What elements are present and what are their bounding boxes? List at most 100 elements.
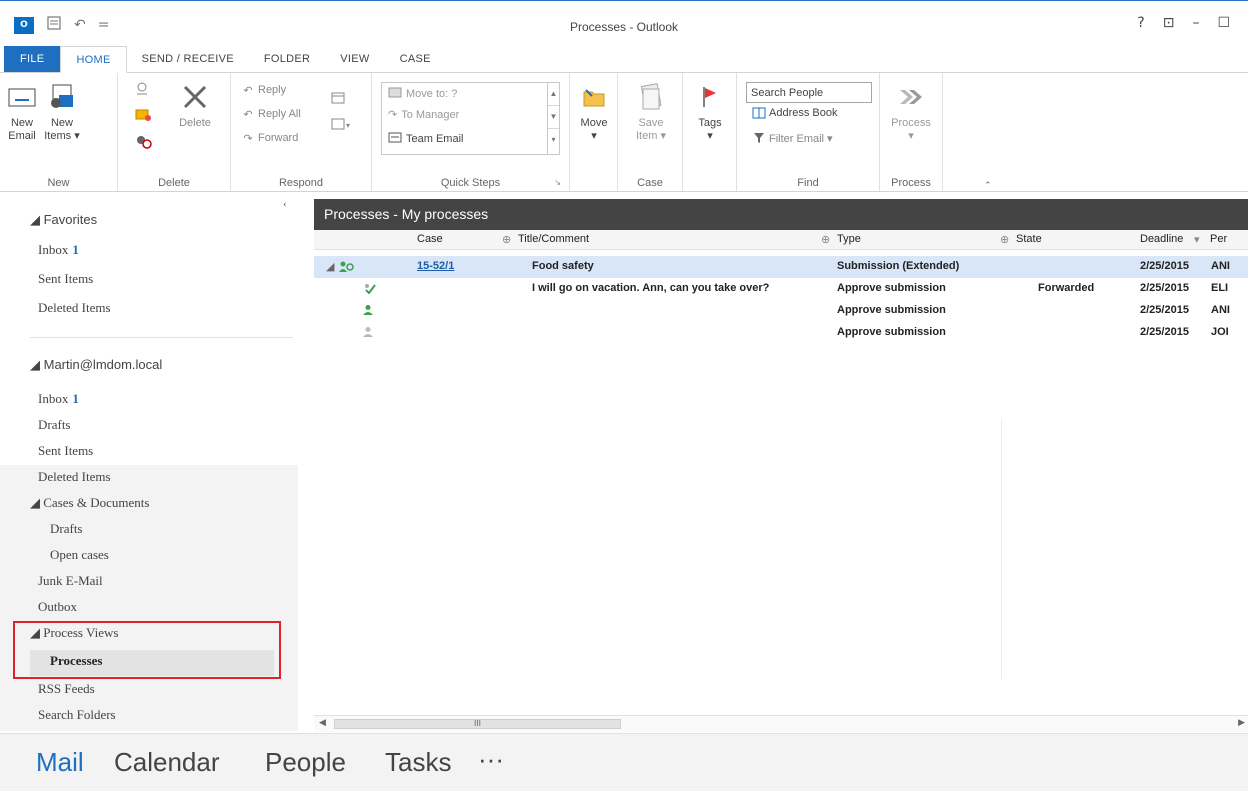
ribbon-display-options-icon[interactable]: ⊡ — [1163, 15, 1175, 31]
address-book-button[interactable]: Address Book — [752, 106, 837, 120]
row-person: JOI — [1211, 326, 1229, 338]
cases-documents-header[interactable]: ◢ Cases & Documents — [30, 495, 149, 511]
column-deadline[interactable]: Deadline — [1140, 233, 1183, 245]
cases-drafts[interactable]: Drafts — [50, 521, 83, 537]
group-label-respond: Respond — [278, 177, 324, 189]
outbox[interactable]: Outbox — [38, 599, 77, 615]
horizontal-scrollbar[interactable]: ◀ III ▶ — [314, 715, 1248, 732]
open-cases[interactable]: Open cases — [50, 547, 109, 563]
junk-icon[interactable] — [134, 133, 154, 149]
column-title[interactable]: Title/Comment — [518, 233, 589, 245]
more-respond-icon[interactable]: ▾ — [331, 117, 351, 131]
row-type: Approve submission — [837, 326, 946, 338]
junk-email[interactable]: Junk E-Mail — [38, 573, 103, 589]
search-people-input[interactable] — [746, 82, 872, 103]
tab-folder[interactable]: FOLDER — [249, 46, 325, 72]
new-email-button[interactable]: New Email — [4, 81, 40, 143]
tab-file[interactable]: FILE — [4, 46, 61, 72]
reply-all-button[interactable]: ↶ Reply All — [241, 107, 300, 121]
new-items-icon — [46, 81, 78, 113]
table-row[interactable]: ◢ 15-52/1 Food safety Submission (Extend… — [314, 256, 1248, 278]
tab-case[interactable]: CASE — [385, 46, 446, 72]
ribbon-group-case: Save Item ▾ Case — [618, 73, 683, 191]
nav-people[interactable]: People — [265, 747, 346, 778]
row-state: Forwarded — [1038, 282, 1095, 294]
new-items-button[interactable]: New Items ▾ — [42, 81, 82, 143]
delete-button[interactable]: Delete — [172, 81, 218, 130]
meeting-icon[interactable] — [331, 91, 345, 105]
tab-send-receive[interactable]: SEND / RECEIVE — [127, 46, 249, 72]
ribbon-tabs: FILE HOME SEND / RECEIVE FOLDER VIEW CAS… — [0, 46, 1248, 73]
expand-row-icon[interactable]: ◢ — [326, 260, 334, 273]
account-drafts[interactable]: Drafts — [38, 417, 71, 433]
account-inbox[interactable]: Inbox 1 — [38, 391, 79, 407]
process-group-icon — [338, 260, 354, 277]
scroll-up-icon[interactable]: ▲ — [548, 83, 559, 106]
help-icon[interactable]: ? — [1137, 15, 1144, 31]
quick-steps-launcher-icon[interactable]: ↘ — [554, 178, 561, 187]
quick-step-to-manager[interactable]: ↷ To Manager — [388, 108, 459, 122]
process-button[interactable]: Process ▾ — [886, 81, 936, 143]
column-state[interactable]: State — [1016, 233, 1042, 245]
tab-view[interactable]: VIEW — [325, 46, 384, 72]
account-deleted-items[interactable]: Deleted Items — [38, 469, 111, 485]
delete-x-icon — [179, 81, 211, 113]
minimize-icon[interactable]: – — [1192, 15, 1199, 31]
column-case[interactable]: Case — [417, 233, 443, 245]
svg-text:▾: ▾ — [346, 121, 350, 130]
maximize-icon[interactable]: ☐ — [1217, 15, 1230, 31]
scroll-thumb[interactable]: III — [334, 719, 621, 729]
group-label-process: Process — [891, 177, 931, 189]
scroll-down-icon[interactable]: ▼ — [548, 106, 559, 129]
tags-button[interactable]: Tags ▾ — [692, 81, 728, 143]
account-sent-items[interactable]: Sent Items — [38, 443, 93, 459]
move-folder-icon — [578, 81, 610, 113]
rss-feeds[interactable]: RSS Feeds — [38, 681, 95, 697]
favorites-inbox[interactable]: Inbox 1 — [38, 242, 79, 258]
quick-step-team-email[interactable]: Team Email — [388, 131, 463, 146]
column-sort-icon: ⊕ — [821, 234, 831, 246]
favorites-deleted-items[interactable]: Deleted Items — [38, 300, 111, 316]
gallery-more-icon[interactable]: ▾ — [548, 129, 559, 152]
quick-step-move-to[interactable]: Move to: ? — [388, 86, 457, 101]
search-folders[interactable]: Search Folders — [38, 707, 116, 723]
scroll-left-icon[interactable]: ◀ — [319, 718, 326, 728]
nav-more-icon[interactable]: ··· — [478, 744, 504, 775]
save-item-button[interactable]: Save Item ▾ — [626, 81, 676, 143]
favorites-sent-items[interactable]: Sent Items — [38, 271, 93, 287]
reply-button[interactable]: ↶ Reply — [241, 83, 286, 97]
nav-mail[interactable]: Mail — [36, 747, 84, 778]
scroll-right-icon[interactable]: ▶ — [1238, 718, 1245, 728]
table-row[interactable]: Approve submission 2/25/2015 ANI — [314, 300, 1248, 322]
row-title: I will go on vacation. Ann, can you take… — [532, 282, 770, 294]
group-label-case: Case — [637, 177, 663, 189]
cleanup-icon[interactable] — [134, 107, 154, 123]
collapse-ribbon-icon[interactable]: ⌃ — [984, 180, 992, 191]
tab-home[interactable]: HOME — [60, 46, 127, 73]
ignore-icon[interactable] — [134, 81, 150, 97]
list-header: Processes - My processes — [314, 199, 1248, 230]
sort-descending-icon[interactable]: ▾ — [1194, 233, 1200, 246]
column-gridline — [1001, 419, 1002, 679]
column-sort-icon: ⊕ — [1000, 234, 1010, 246]
column-type[interactable]: Type — [837, 233, 861, 245]
nav-tasks[interactable]: Tasks — [385, 747, 451, 778]
move-button[interactable]: Move ▾ — [576, 81, 612, 143]
table-row[interactable]: Approve submission 2/25/2015 JOI — [314, 322, 1248, 344]
forward-button[interactable]: ↷ Forward — [241, 131, 298, 145]
table-row[interactable]: I will go on vacation. Ann, can you take… — [314, 278, 1248, 300]
minimize-folder-pane-icon[interactable]: ‹ — [283, 198, 287, 210]
quick-steps-scroll[interactable]: ▲ ▼ ▾ — [547, 83, 559, 154]
column-person[interactable]: Per — [1210, 233, 1227, 245]
row-person: ANI — [1211, 260, 1230, 272]
nav-calendar[interactable]: Calendar — [114, 747, 220, 778]
row-title: Food safety — [532, 260, 594, 272]
account-header[interactable]: ◢ Martin@lmdom.local — [30, 357, 162, 373]
filter-email-button[interactable]: Filter Email ▾ — [752, 131, 833, 145]
favorites-header[interactable]: ◢ Favorites — [30, 212, 97, 228]
row-deadline: 2/25/2015 — [1140, 282, 1189, 294]
row-type: Approve submission — [837, 304, 946, 316]
case-link[interactable]: 15-52/1 — [417, 260, 454, 272]
inactive-user-icon — [362, 326, 374, 341]
folder-pane: ‹ ◢ Favorites Inbox 1 Sent Items Deleted … — [0, 193, 298, 733]
